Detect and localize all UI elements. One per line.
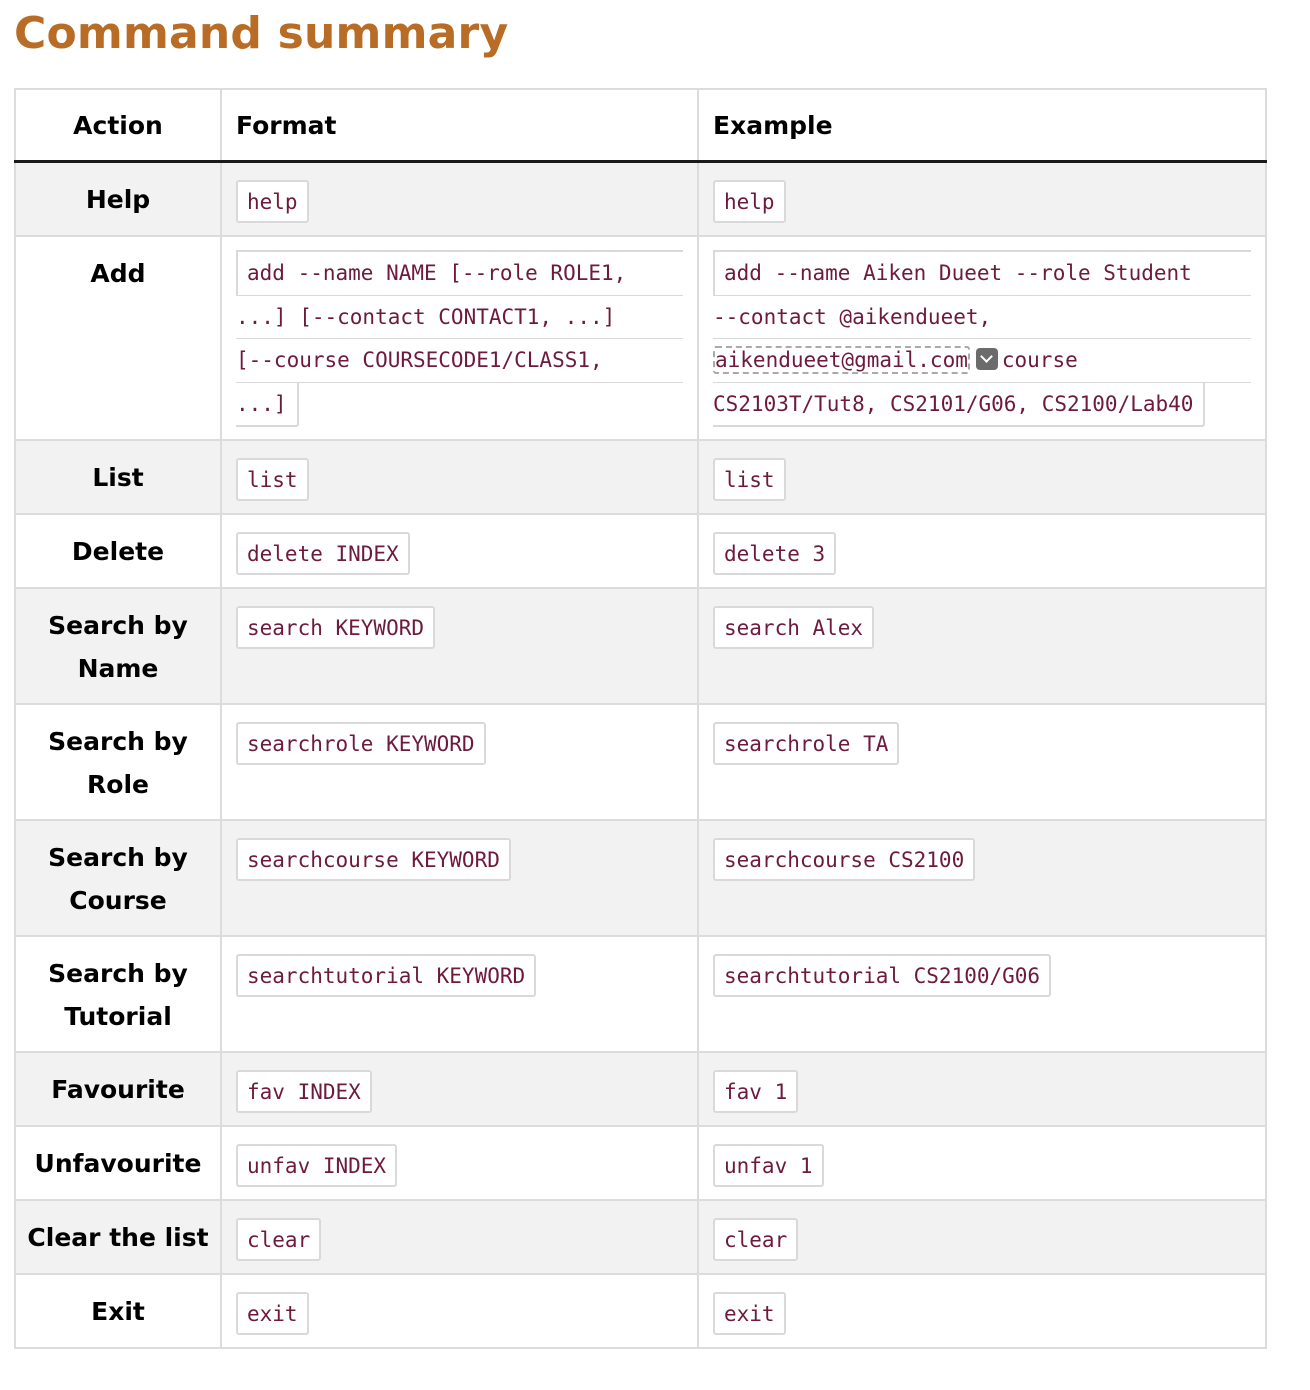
action-line: Search by (48, 727, 188, 756)
format-cell: searchcourse KEYWORD (220, 819, 699, 937)
example-code: fav 1 (713, 1070, 799, 1113)
table-row: List list list (14, 439, 1267, 515)
format-code: list (236, 458, 309, 501)
example-cell: searchtutorial CS2100/G06 (697, 935, 1267, 1053)
example-cell: searchrole TA (697, 703, 1267, 821)
example-code-line: aikendueet@gmail.com course (713, 339, 1251, 383)
format-code: unfav INDEX (236, 1144, 398, 1187)
format-code-line: ...] (236, 382, 299, 427)
format-cell: delete INDEX (220, 513, 699, 589)
table-row: Delete delete INDEX delete 3 (14, 513, 1267, 589)
format-cell: help (220, 160, 699, 237)
example-code-line: add --name Aiken Dueet --role Student (713, 250, 1251, 296)
header-action: Action (14, 88, 222, 163)
example-code: searchcourse CS2100 (713, 838, 976, 881)
format-code: searchcourse KEYWORD (236, 838, 511, 881)
table-row: Search by Tutorial searchtutorial KEYWORD… (14, 935, 1267, 1053)
format-code: exit (236, 1292, 309, 1335)
table-header-row: Action Format Example (14, 88, 1267, 163)
table-row: Clear the list clear clear (14, 1199, 1267, 1275)
example-cell: exit (697, 1273, 1267, 1349)
action-cell: Exit (14, 1273, 222, 1349)
example-cell: add --name Aiken Dueet --role Student --… (697, 235, 1267, 441)
example-cell: clear (697, 1199, 1267, 1275)
action-line: Role (87, 770, 149, 799)
action-line: Search by (48, 611, 188, 640)
action-cell: List (14, 439, 222, 515)
action-cell: Search by Role (14, 703, 222, 821)
table-row: Favourite fav INDEX fav 1 (14, 1051, 1267, 1127)
format-code: fav INDEX (236, 1070, 372, 1113)
action-cell: Favourite (14, 1051, 222, 1127)
action-cell: Search by Course (14, 819, 222, 937)
action-line: Tutorial (64, 1002, 172, 1031)
table-row: Search by Course searchcourse KEYWORD sea… (14, 819, 1267, 937)
example-code: list (713, 458, 786, 501)
selected-text[interactable]: aikendueet@gmail.com (713, 346, 970, 374)
format-cell: unfav INDEX (220, 1125, 699, 1201)
format-cell: clear (220, 1199, 699, 1275)
chevron-down-icon[interactable] (975, 348, 998, 370)
table-row: Exit exit exit (14, 1273, 1267, 1349)
example-cell: search Alex (697, 587, 1267, 705)
action-cell: Help (14, 160, 222, 237)
example-code: add --name Aiken Dueet --role Student --… (713, 250, 1251, 427)
format-cell: fav INDEX (220, 1051, 699, 1127)
action-cell: Unfavourite (14, 1125, 222, 1201)
example-code: exit (713, 1292, 786, 1335)
action-cell: Add (14, 235, 222, 441)
format-code: help (236, 180, 309, 223)
action-cell: Clear the list (14, 1199, 222, 1275)
format-cell: search KEYWORD (220, 587, 699, 705)
format-code: searchrole KEYWORD (236, 722, 486, 765)
action-line: Search by (48, 843, 188, 872)
example-code-line: --contact @aikendueet, (713, 296, 1251, 339)
example-code: searchtutorial CS2100/G06 (713, 954, 1052, 997)
format-cell: searchrole KEYWORD (220, 703, 699, 821)
example-cell: help (697, 160, 1267, 237)
action-line: Search by (48, 959, 188, 988)
table-row: Help help help (14, 160, 1267, 237)
example-cell: unfav 1 (697, 1125, 1267, 1201)
example-code-line: CS2103T/Tut8, CS2101/G06, CS2100/Lab40 (713, 382, 1206, 427)
command-summary-table: Action Format Example Help help help Add… (14, 88, 1267, 1349)
example-code: clear (713, 1218, 799, 1261)
example-cell: fav 1 (697, 1051, 1267, 1127)
example-cell: searchcourse CS2100 (697, 819, 1267, 937)
header-example: Example (697, 88, 1267, 163)
format-code: search KEYWORD (236, 606, 436, 649)
format-code: delete INDEX (236, 532, 410, 575)
format-cell: add --name NAME [--role ROLE1, ...] [--c… (220, 235, 699, 441)
example-cell: delete 3 (697, 513, 1267, 589)
format-cell: list (220, 439, 699, 515)
format-code-line: [--course COURSECODE1/CLASS1, (236, 339, 683, 383)
action-cell: Delete (14, 513, 222, 589)
page-title: Command summary (14, 8, 509, 59)
table-row: Search by Name search KEYWORD search Alex (14, 587, 1267, 705)
example-code: delete 3 (713, 532, 837, 575)
action-line: Name (77, 654, 159, 683)
action-cell: Search by Tutorial (14, 935, 222, 1053)
example-code: help (713, 180, 786, 223)
format-cell: exit (220, 1273, 699, 1349)
example-code: unfav 1 (713, 1144, 824, 1187)
example-code: searchrole TA (713, 722, 900, 765)
example-code: search Alex (713, 606, 875, 649)
format-code-line: add --name NAME [--role ROLE1, (236, 250, 683, 296)
format-code: clear (236, 1218, 322, 1261)
format-cell: searchtutorial KEYWORD (220, 935, 699, 1053)
table-row: Unfavourite unfav INDEX unfav 1 (14, 1125, 1267, 1201)
format-code: add --name NAME [--role ROLE1, ...] [--c… (236, 250, 683, 427)
action-cell: Search by Name (14, 587, 222, 705)
example-code-fragment: course (1001, 348, 1078, 372)
table-row: Add add --name NAME [--role ROLE1, ...] … (14, 235, 1267, 441)
table-row: Search by Role searchrole KEYWORD searchr… (14, 703, 1267, 821)
header-format: Format (220, 88, 699, 163)
action-line: Course (69, 886, 167, 915)
example-cell: list (697, 439, 1267, 515)
format-code-line: ...] [--contact CONTACT1, ...] (236, 296, 683, 339)
format-code: searchtutorial KEYWORD (236, 954, 537, 997)
